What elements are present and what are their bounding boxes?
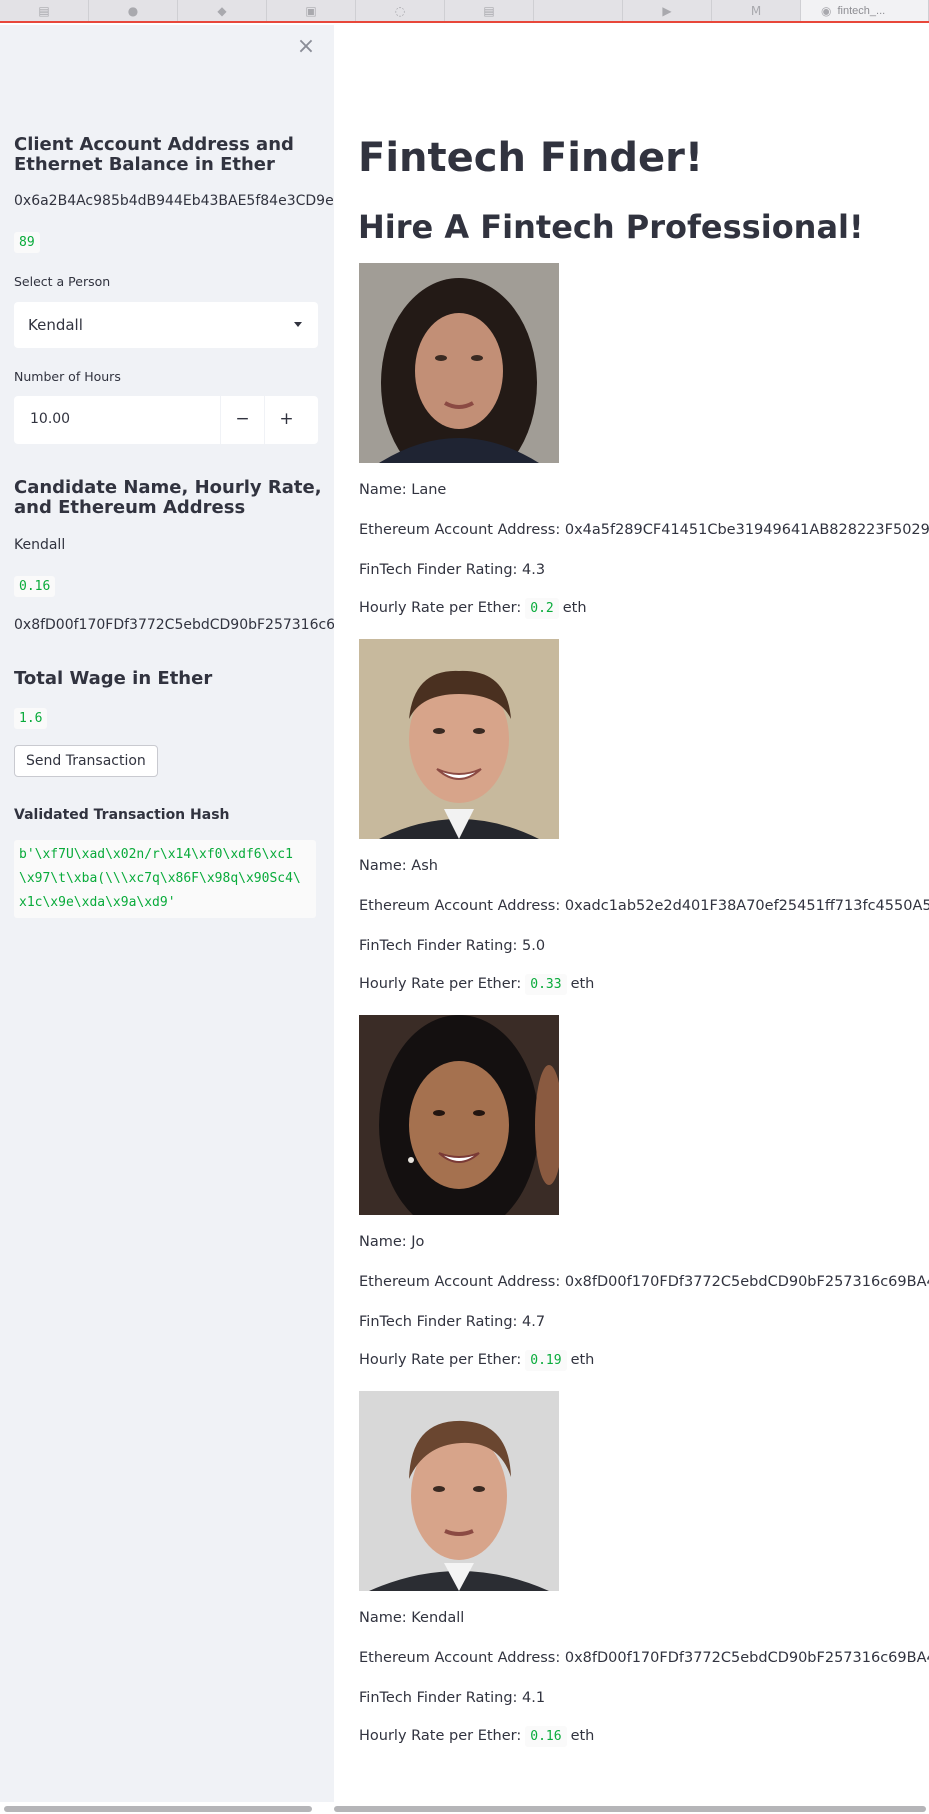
browser-tab-bar: ▤ ● ◆ ▣ ◌ ▤ ▶ M ◉ fintech_... (0, 0, 929, 23)
balance-value: 89 (14, 232, 40, 253)
portrait-image (359, 1391, 559, 1591)
book-icon: ▤ (483, 3, 495, 18)
candidate-address: Ethereum Account Address: 0xadc1ab52e2d4… (359, 898, 929, 914)
rate-unit: eth (570, 976, 595, 992)
candidate-rating: FinTech Finder Rating: 4.7 (359, 1314, 546, 1330)
rate-value: 0.19 (525, 1350, 567, 1371)
browser-tab[interactable]: ◌ (356, 0, 445, 21)
send-transaction-button[interactable]: Send Transaction (14, 745, 158, 777)
candidate-address: Ethereum Account Address: 0x8fD00f170FDf… (359, 1650, 929, 1666)
browser-tab[interactable]: ◆ (178, 0, 267, 21)
portrait-image (359, 1015, 559, 1215)
candidate-rate-row: Hourly Rate per Ether: 0.16 eth (359, 1726, 595, 1747)
browser-tab[interactable]: ▤ (0, 0, 89, 21)
browser-tab[interactable]: ● (89, 0, 178, 21)
browser-tab[interactable] (534, 0, 623, 21)
browser-tab[interactable]: ▣ (267, 0, 356, 21)
tab-title: fintech_... (837, 4, 886, 17)
browser-tab[interactable]: ▤ (445, 0, 534, 21)
candidate-address: 0x8fD00f170FDf3772C5ebdCD90bF257316c69BA (14, 617, 334, 633)
gitlab-icon: ◆ (217, 3, 227, 18)
candidate-rating: FinTech Finder Rating: 5.0 (359, 938, 546, 954)
browser-tab-active[interactable]: ◉ fintech_... (801, 0, 929, 21)
candidate-name: Name: Jo (359, 1234, 425, 1250)
page-title: Fintech Finder! (358, 135, 704, 181)
wage-heading: Total Wage in Ether (14, 668, 213, 689)
streamlit-icon: ◉ (821, 3, 832, 18)
candidate-heading: Candidate Name, Hourly Rate, and Ethereu… (14, 477, 322, 518)
rate-value: 0.16 (525, 1726, 567, 1747)
rate-unit: eth (570, 1728, 595, 1744)
gmail-icon: M (750, 3, 762, 18)
wage-value: 1.6 (14, 708, 48, 729)
rate-label: Hourly Rate per Ether: (359, 1728, 522, 1744)
candidate-photo (359, 1391, 559, 1591)
decrement-button[interactable]: − (220, 396, 264, 444)
sidebar: × Client Account Address and Ethernet Ba… (0, 25, 334, 1802)
candidate-address: Ethereum Account Address: 0x4a5f289CF414… (359, 522, 929, 538)
main-content: Fintech Finder! Hire A Fintech Professio… (334, 25, 929, 1802)
transaction-hash: b'\xf7U\xad\x02n/r\x14\xf0\xdf6\xc1 \x97… (14, 840, 316, 918)
candidate-rate-row: Hourly Rate per Ether: 0.33 eth (359, 974, 595, 995)
candidate-photo (359, 1015, 559, 1215)
rate-value: 0.2 (525, 598, 559, 619)
selected-person: Kendall (28, 316, 83, 334)
rate-unit: eth (562, 600, 587, 616)
candidate-rate: 0.16 (14, 576, 56, 597)
main-scrollbar[interactable] (334, 1806, 926, 1812)
portrait-image (359, 639, 559, 839)
browser-tab[interactable]: M (712, 0, 801, 21)
rate-label: Hourly Rate per Ether: (359, 976, 522, 992)
candidate-name: Name: Ash (359, 858, 438, 874)
loading-icon: ◌ (394, 3, 406, 18)
candidate-address: Ethereum Account Address: 0x8fD00f170FDf… (359, 1274, 929, 1290)
person-select[interactable]: Kendall (14, 302, 318, 348)
candidate-rating: FinTech Finder Rating: 4.1 (359, 1690, 546, 1706)
rate-label: Hourly Rate per Ether: (359, 1352, 522, 1368)
page-subtitle: Hire A Fintech Professional! (358, 208, 864, 246)
candidate-photo (359, 263, 559, 463)
candidate-rating: FinTech Finder Rating: 4.3 (359, 562, 546, 578)
github-icon: ● (127, 3, 139, 18)
sidebar-scrollbar[interactable] (4, 1806, 312, 1812)
candidate-name: Name: Lane (359, 482, 447, 498)
hours-label: Number of Hours (14, 369, 121, 384)
close-sidebar-button[interactable]: × (295, 36, 317, 59)
rate-value: 0.33 (525, 974, 567, 995)
rate-label: Hourly Rate per Ether: (359, 600, 522, 616)
book-icon: ▤ (38, 3, 50, 18)
candidate-rate-row: Hourly Rate per Ether: 0.2 eth (359, 598, 587, 619)
portrait-image (359, 263, 559, 463)
rate-unit: eth (570, 1352, 595, 1368)
hours-value[interactable]: 10.00 (30, 411, 70, 427)
browser-tab[interactable]: ▶ (623, 0, 712, 21)
chevron-down-icon (294, 322, 302, 327)
youtube-icon: ▶ (662, 3, 672, 18)
candidate-name: Kendall (14, 537, 66, 553)
candidate-rate-row: Hourly Rate per Ether: 0.19 eth (359, 1350, 595, 1371)
account-heading: Client Account Address and Ethernet Bala… (14, 134, 294, 175)
hours-number-input[interactable]: 10.00 − + (14, 396, 318, 444)
candidate-photo (359, 639, 559, 839)
video-icon: ▣ (305, 3, 317, 18)
select-person-label: Select a Person (14, 274, 111, 289)
account-address: 0x6a2B4Ac985b4dB944Eb43BAE5f84e3CD9e99B (14, 193, 334, 209)
hash-heading: Validated Transaction Hash (14, 807, 230, 823)
increment-button[interactable]: + (264, 396, 308, 444)
candidate-name: Name: Kendall (359, 1610, 465, 1626)
